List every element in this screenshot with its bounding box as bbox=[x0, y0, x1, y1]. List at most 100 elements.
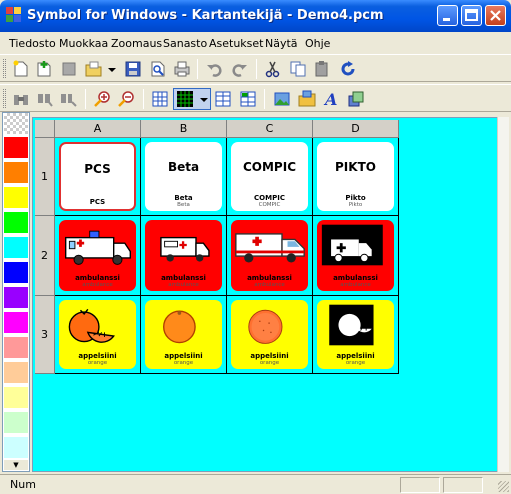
toolbar-separator bbox=[143, 89, 144, 109]
save-disk-icon[interactable] bbox=[124, 60, 142, 78]
symbol-card[interactable]: appelsiini orange bbox=[317, 300, 394, 369]
color-swatch[interactable] bbox=[4, 362, 28, 384]
paste-icon[interactable] bbox=[313, 60, 331, 78]
column-header-a[interactable]: A bbox=[55, 120, 141, 138]
symbol-card[interactable]: appelsiini orange bbox=[59, 300, 136, 369]
column-header-d[interactable]: D bbox=[313, 120, 399, 138]
zoom-out-icon[interactable] bbox=[117, 90, 135, 108]
menu-ohje[interactable]: Ohje bbox=[305, 37, 330, 50]
grid-cell[interactable]: appelsiini orange bbox=[227, 296, 313, 374]
grid-cell[interactable]: PCS PCS bbox=[55, 138, 141, 216]
column-header-b[interactable]: B bbox=[141, 120, 227, 138]
symbol-card[interactable]: Beta Beta Beta bbox=[145, 142, 222, 211]
grid-cell[interactable]: COMPIC COMPIC COMPIC bbox=[227, 138, 313, 216]
row-header-1[interactable]: 1 bbox=[35, 138, 55, 216]
new-document-icon[interactable] bbox=[12, 60, 30, 78]
grid-cell[interactable]: Beta Beta Beta bbox=[141, 138, 227, 216]
grid-cell[interactable]: ambulanssi ambulance bbox=[141, 216, 227, 296]
grid-cell[interactable]: PIKTO Pikto Pikto bbox=[313, 138, 399, 216]
symbol-card[interactable]: ambulanssi ambulance bbox=[231, 220, 308, 291]
symbol-card[interactable]: ambulanssi ambulance bbox=[59, 220, 136, 291]
refresh-icon[interactable] bbox=[339, 60, 357, 78]
toolbar-grip[interactable] bbox=[3, 59, 6, 78]
column-header-c[interactable]: C bbox=[227, 120, 313, 138]
orange-pcs-icon bbox=[68, 308, 115, 343]
toolbar-grip[interactable] bbox=[3, 89, 6, 108]
zoom-in-icon[interactable] bbox=[93, 90, 111, 108]
symbol-card[interactable]: appelsiini orange bbox=[231, 300, 308, 369]
open-folder-icon[interactable] bbox=[85, 60, 103, 78]
binoculars-icon[interactable] bbox=[12, 90, 30, 108]
grid-cell[interactable]: ambulanssi ambulance bbox=[313, 216, 399, 296]
find-icon[interactable] bbox=[36, 90, 54, 108]
cut-icon[interactable] bbox=[264, 60, 282, 78]
color-swatch[interactable] bbox=[4, 437, 28, 459]
text-style-icon[interactable]: A bbox=[322, 90, 340, 108]
symbol-card[interactable]: COMPIC COMPIC COMPIC bbox=[231, 142, 308, 211]
table-icon[interactable] bbox=[214, 90, 232, 108]
palette-scroll-down[interactable]: ▼ bbox=[4, 460, 28, 470]
picture-icon[interactable] bbox=[273, 90, 291, 108]
color-swatch[interactable] bbox=[4, 337, 28, 359]
dropdown-arrow-icon[interactable] bbox=[107, 60, 117, 78]
grid-cell[interactable]: ambulanssi ambulance bbox=[227, 216, 313, 296]
resize-grip[interactable] bbox=[498, 481, 509, 492]
color-swatch[interactable] bbox=[4, 412, 28, 434]
color-swatch[interactable] bbox=[4, 312, 28, 334]
standard-toolbar bbox=[0, 54, 511, 82]
blank-icon[interactable] bbox=[60, 60, 78, 78]
app-icon[interactable] bbox=[6, 7, 22, 23]
close-button[interactable] bbox=[485, 5, 506, 26]
grid-corner[interactable] bbox=[35, 120, 55, 138]
orange-pikto-icon bbox=[329, 304, 374, 346]
symbol-card[interactable]: ambulanssi ambulance bbox=[317, 220, 394, 291]
color-swatch[interactable] bbox=[4, 137, 28, 159]
transparent-swatch[interactable] bbox=[4, 113, 28, 135]
print-icon[interactable] bbox=[173, 60, 191, 78]
copy-icon[interactable] bbox=[289, 60, 307, 78]
menu-nayta[interactable]: Näytä bbox=[265, 37, 298, 50]
new-add-icon[interactable] bbox=[35, 60, 53, 78]
symbol-sublabel: orange bbox=[87, 360, 108, 366]
menu-zoomaus[interactable]: Zoomaus bbox=[111, 37, 162, 50]
communication-board: A B C D 1 PCS PCS Beta Beta Beta COMPIC COMPIC COMPI… bbox=[32, 117, 498, 472]
color-grid-button[interactable] bbox=[173, 88, 211, 110]
grid-cell[interactable]: appelsiini orange bbox=[55, 296, 141, 374]
menu-muokkaa[interactable]: Muokkaa bbox=[59, 37, 108, 50]
maximize-button[interactable] bbox=[461, 5, 482, 26]
color-swatch[interactable] bbox=[4, 187, 28, 209]
redo-icon[interactable] bbox=[230, 60, 248, 78]
menu-sanasto[interactable]: Sanasto bbox=[163, 37, 207, 50]
symbol-card[interactable]: ambulanssi ambulance bbox=[145, 220, 222, 291]
minimize-button[interactable] bbox=[437, 5, 458, 26]
color-swatch[interactable] bbox=[4, 237, 28, 259]
vertical-scrollbar[interactable] bbox=[497, 117, 509, 472]
menu-tiedosto[interactable]: Tiedosto bbox=[9, 37, 56, 50]
menu-asetukset[interactable]: Asetukset bbox=[209, 37, 264, 50]
grid-layout-icon[interactable] bbox=[151, 90, 169, 108]
image-folder-icon[interactable] bbox=[298, 90, 316, 108]
ambulance-beta-icon bbox=[160, 236, 210, 262]
title-bar[interactable]: Symbol for Windows - Kartantekijä - Demo… bbox=[0, 0, 511, 32]
symbol-label: appelsiini bbox=[336, 352, 375, 360]
table-color-icon[interactable] bbox=[239, 90, 257, 108]
color-swatch[interactable] bbox=[4, 387, 28, 409]
color-swatch[interactable] bbox=[4, 287, 28, 309]
grid-cell[interactable]: appelsiini orange bbox=[313, 296, 399, 374]
row-header-3[interactable]: 3 bbox=[35, 296, 55, 374]
undo-icon[interactable] bbox=[206, 60, 224, 78]
color-swatch[interactable] bbox=[4, 162, 28, 184]
color-swatch[interactable] bbox=[4, 212, 28, 234]
symbol-card[interactable]: appelsiini orange bbox=[145, 300, 222, 369]
replace-icon[interactable] bbox=[59, 90, 77, 108]
print-preview-icon[interactable] bbox=[149, 60, 167, 78]
grid-cell[interactable]: appelsiini orange bbox=[141, 296, 227, 374]
symbol-card[interactable]: PIKTO Pikto Pikto bbox=[317, 142, 394, 211]
row-header-2[interactable]: 2 bbox=[35, 216, 55, 296]
symbol-card[interactable]: PCS PCS bbox=[59, 142, 136, 211]
layers-icon[interactable] bbox=[347, 90, 365, 108]
symbol-sublabel: ambulance bbox=[254, 282, 285, 288]
symbol-label: Beta bbox=[174, 194, 193, 202]
color-swatch[interactable] bbox=[4, 262, 28, 284]
grid-cell[interactable]: ambulanssi ambulance bbox=[55, 216, 141, 296]
